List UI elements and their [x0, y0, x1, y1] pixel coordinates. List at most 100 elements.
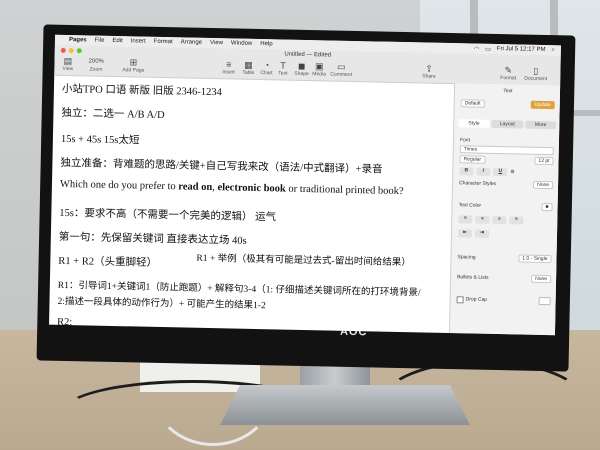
- character-styles-dropdown[interactable]: None: [533, 180, 554, 190]
- menu-help[interactable]: Help: [260, 41, 272, 47]
- menu-format[interactable]: Format: [154, 39, 173, 45]
- shape-button[interactable]: ◼ Shape: [294, 60, 309, 77]
- share-button[interactable]: ⇪ Share: [422, 63, 436, 80]
- media-icon: ▣: [314, 61, 324, 72]
- text-box-icon: T: [280, 60, 286, 71]
- format-inspector: Text Default Update Style Layout More Fo…: [448, 83, 561, 336]
- tab-layout[interactable]: Layout: [491, 119, 524, 129]
- italic-button[interactable]: I: [476, 167, 491, 176]
- text-color-label: Text Color: [458, 202, 482, 209]
- view-button[interactable]: ▤ View: [62, 55, 74, 73]
- table-label: Table: [242, 69, 255, 76]
- document-icon: ▯: [533, 65, 539, 76]
- chart-label: Chart: [260, 70, 273, 77]
- monitor-screen: Pages File Edit Insert Format Arrange Vi…: [49, 34, 561, 336]
- shape-icon: ◼: [297, 60, 306, 71]
- battery-icon[interactable]: ▭: [485, 45, 491, 52]
- text-button[interactable]: T Text: [278, 60, 288, 77]
- share-icon: ⇪: [425, 63, 434, 74]
- format-button[interactable]: ✎ Format: [500, 65, 517, 82]
- doc-line[interactable]: 第一句：先保留关键词 直接表达立场 40s: [59, 229, 247, 248]
- font-label: Font: [459, 137, 471, 144]
- zoom-label: Zoom: [89, 66, 103, 73]
- doc-line[interactable]: 15s + 45s 15s太短: [61, 131, 140, 148]
- text-label: Text: [278, 70, 288, 77]
- increase-indent-button[interactable]: ⇥: [474, 229, 490, 238]
- tab-more[interactable]: More: [524, 120, 557, 130]
- spacing-dropdown[interactable]: 1.0 - Single: [518, 254, 552, 264]
- bullets-label: Bullets & Lists: [457, 274, 489, 281]
- media-button[interactable]: ▣ Media: [312, 61, 327, 78]
- menu-edit[interactable]: Edit: [112, 38, 122, 44]
- font-style-dropdown[interactable]: Regular: [459, 155, 486, 164]
- comment-icon: ▭: [336, 61, 346, 72]
- bullets-dropdown[interactable]: None: [531, 274, 552, 284]
- font-size-field[interactable]: 12 pt: [534, 156, 554, 166]
- question-text: Which one do you prefer to: [59, 178, 179, 193]
- table-icon: ▦: [244, 59, 253, 70]
- menu-file[interactable]: File: [95, 38, 105, 44]
- document-label: Document: [524, 75, 548, 83]
- doc-line[interactable]: 独立准备：背难题的思路/关键+自己写我来改（语法/中式翻译）+录音: [60, 155, 382, 177]
- question-bold: electronic book: [217, 182, 286, 195]
- doc-line[interactable]: R1 + R2（头重脚轻）: [58, 253, 157, 270]
- menu-insert[interactable]: Insert: [131, 38, 146, 44]
- view-label: View: [62, 65, 74, 73]
- spacing-label: Spacing: [457, 254, 476, 261]
- underline-button[interactable]: U: [493, 167, 508, 177]
- table-button[interactable]: ▦ Table: [242, 59, 255, 76]
- add-page-label: Add Page: [122, 67, 145, 74]
- align-center-button[interactable]: ≡: [475, 215, 490, 224]
- menu-window[interactable]: Window: [231, 40, 252, 46]
- gear-icon[interactable]: ⚙: [510, 169, 515, 175]
- inspector-tabs: Style Layout More: [458, 119, 557, 130]
- menu-clock[interactable]: Fri Jul 5 12:17 PM: [497, 45, 546, 53]
- doc-line[interactable]: 独立：二选一 A/B A/D: [61, 105, 165, 122]
- update-button[interactable]: Update: [530, 100, 555, 110]
- comment-button[interactable]: ▭ Comment: [330, 61, 352, 78]
- zoom-value: 200%: [88, 58, 104, 65]
- inspector-title: Text: [503, 88, 513, 95]
- doc-question-line[interactable]: Which one do you prefer to read on, elec…: [60, 179, 404, 197]
- drop-cap-label: Drop Cap: [465, 296, 488, 303]
- decrease-indent-button[interactable]: ⇤: [457, 229, 473, 238]
- insert-icon: ≡: [226, 59, 232, 70]
- drop-cap-checkbox[interactable]: [456, 295, 464, 303]
- paragraph-style-dropdown[interactable]: Default: [460, 99, 485, 108]
- doc-line[interactable]: 2:描述一段具体的动作行为）+ 可能产生的结果1-2: [57, 293, 266, 311]
- format-label: Format: [500, 75, 517, 82]
- monitor-stand-base: [220, 385, 470, 425]
- doc-line[interactable]: 小站TPO 口语 新版 旧版 2346-1234: [62, 81, 222, 99]
- media-label: Media: [312, 71, 327, 78]
- tab-style[interactable]: Style: [458, 119, 490, 128]
- question-bold: read on: [178, 181, 213, 194]
- sidebar-icon: ▤: [63, 55, 73, 67]
- spotlight-icon[interactable]: ⌕: [551, 47, 554, 54]
- bold-button[interactable]: B: [459, 167, 474, 176]
- doc-line[interactable]: R1 + 举例（极其有可能是过去式-留出时间给结果）: [196, 250, 411, 268]
- insert-label: Insert: [222, 69, 235, 76]
- menu-app-name[interactable]: Pages: [69, 37, 87, 43]
- document-body[interactable]: 小站TPO 口语 新版 旧版 2346-1234 独立：二选一 A/B A/D …: [57, 81, 452, 333]
- justify-button[interactable]: ≡: [509, 216, 524, 225]
- text-color-well[interactable]: ■: [541, 202, 553, 212]
- wifi-icon[interactable]: ◠: [474, 45, 479, 52]
- menu-view[interactable]: View: [210, 40, 223, 46]
- drop-cap-style-picker[interactable]: [538, 296, 551, 306]
- character-styles-label: Character Styles: [459, 180, 497, 187]
- chart-icon: ◔: [263, 60, 270, 71]
- add-page-button[interactable]: ⊞ Add Page: [122, 57, 145, 74]
- menu-arrange[interactable]: Arrange: [181, 39, 202, 45]
- paintbrush-icon: ✎: [504, 65, 513, 76]
- document-button[interactable]: ▯ Document: [524, 65, 548, 83]
- doc-line[interactable]: 15s：要求不高（不需要一个完美的逻辑） 运气: [59, 205, 276, 225]
- zoom-menu[interactable]: 200% Zoom: [88, 57, 104, 72]
- question-text: or traditional printed book?: [285, 183, 404, 198]
- chart-button[interactable]: ◔ Chart: [260, 60, 273, 77]
- add-page-icon: ⊞: [129, 57, 138, 68]
- share-label: Share: [422, 73, 436, 80]
- insert-button[interactable]: ≡ Insert: [222, 59, 235, 76]
- align-right-button[interactable]: ≡: [492, 215, 507, 225]
- align-left-button[interactable]: ≡: [458, 215, 473, 224]
- font-family-dropdown[interactable]: Times: [459, 145, 554, 156]
